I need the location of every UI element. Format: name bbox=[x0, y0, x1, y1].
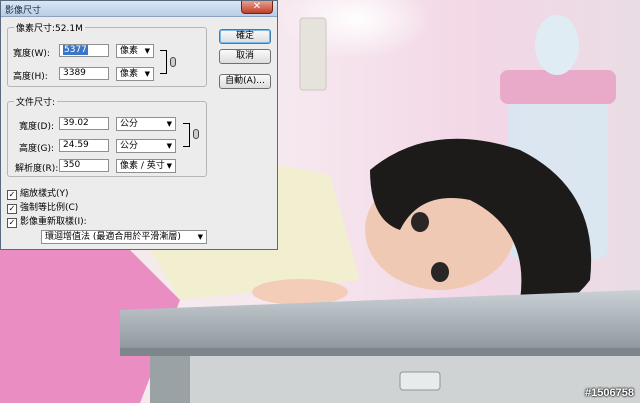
doc-width-label: 寬度(D): bbox=[19, 122, 54, 132]
checkmark-icon: ✓ bbox=[7, 204, 17, 214]
doc-width-unit: 公分 bbox=[120, 119, 139, 129]
dialog-title: 影像尺寸 bbox=[5, 6, 42, 16]
resolution-unit: 像素 / 英寸 bbox=[120, 161, 165, 171]
pixel-height-unit-select[interactable]: 像素 ▼ bbox=[116, 67, 154, 81]
close-button[interactable]: ✕ bbox=[241, 1, 273, 14]
pixel-width-value: 5377 bbox=[63, 45, 88, 55]
dialog-titlebar[interactable]: 影像尺寸 ✕ bbox=[1, 1, 277, 17]
pixel-width-unit: 像素 bbox=[120, 46, 139, 56]
doc-height-unit: 公分 bbox=[120, 141, 139, 151]
doc-width-unit-select[interactable]: 公分 ▼ bbox=[116, 117, 176, 131]
resample-method-select[interactable]: 環迴增值法 (最適合用於平滑漸層) ▼ bbox=[41, 230, 207, 244]
doc-height-label: 高度(G): bbox=[19, 144, 55, 154]
pixel-width-input[interactable]: 5377 bbox=[59, 44, 109, 57]
resample-label: 影像重新取樣(I): bbox=[20, 217, 87, 227]
document-size-legend: 文件尺寸: bbox=[16, 98, 56, 108]
pixel-height-value: 3389 bbox=[63, 68, 86, 78]
pixel-height-input[interactable]: 3389 bbox=[59, 67, 109, 80]
pixel-height-unit: 像素 bbox=[120, 69, 139, 79]
scale-styles-checkbox[interactable]: ✓ 縮放樣式(Y) bbox=[7, 186, 69, 200]
chevron-down-icon: ▼ bbox=[166, 142, 172, 150]
pixel-link-bracket bbox=[160, 50, 167, 74]
doc-width-value: 39.02 bbox=[63, 118, 89, 128]
pixel-height-label: 高度(H): bbox=[13, 72, 48, 82]
resolution-unit-select[interactable]: 像素 / 英寸 ▼ bbox=[116, 159, 176, 173]
watermark: #1506758 bbox=[585, 387, 634, 399]
doc-height-unit-select[interactable]: 公分 ▼ bbox=[116, 139, 176, 153]
resample-checkbox[interactable]: ✓ 影像重新取樣(I): bbox=[7, 214, 87, 228]
scale-styles-label: 縮放樣式(Y) bbox=[20, 189, 69, 199]
chevron-down-icon: ▼ bbox=[144, 70, 150, 78]
pixel-width-unit-select[interactable]: 像素 ▼ bbox=[116, 44, 154, 58]
pixel-width-label: 寬度(W): bbox=[13, 49, 50, 59]
auto-button[interactable]: 自動(A)... bbox=[219, 74, 271, 89]
doc-link-bracket bbox=[183, 123, 190, 147]
close-icon: ✕ bbox=[252, 1, 262, 12]
resample-method: 環迴增值法 (最適合用於平滑漸層) bbox=[45, 232, 181, 242]
resolution-label: 解析度(R): bbox=[15, 164, 59, 174]
chevron-down-icon: ▼ bbox=[197, 233, 203, 241]
doc-width-input[interactable]: 39.02 bbox=[59, 117, 109, 130]
chain-link-icon bbox=[170, 57, 176, 67]
checkmark-icon: ✓ bbox=[7, 218, 17, 228]
image-size-dialog: 影像尺寸 ✕ 像素尺寸:52.1M 寬度(W): 5377 像素 ▼ 高度(H)… bbox=[0, 0, 278, 250]
cancel-button[interactable]: 取消 bbox=[219, 49, 271, 64]
constrain-proportions-label: 強制等比例(C) bbox=[20, 203, 79, 213]
chain-link-icon bbox=[193, 129, 199, 139]
checkmark-icon: ✓ bbox=[7, 190, 17, 200]
ok-button[interactable]: 確定 bbox=[219, 29, 271, 44]
doc-height-input[interactable]: 24.59 bbox=[59, 139, 109, 152]
pixel-dimensions-legend: 像素尺寸:52.1M bbox=[16, 24, 83, 34]
chevron-down-icon: ▼ bbox=[166, 120, 172, 128]
resolution-value: 350 bbox=[63, 160, 81, 170]
doc-height-value: 24.59 bbox=[63, 140, 89, 150]
chevron-down-icon: ▼ bbox=[166, 162, 172, 170]
chevron-down-icon: ▼ bbox=[144, 47, 150, 55]
resolution-input[interactable]: 350 bbox=[59, 159, 109, 172]
constrain-proportions-checkbox[interactable]: ✓ 強制等比例(C) bbox=[7, 200, 78, 214]
